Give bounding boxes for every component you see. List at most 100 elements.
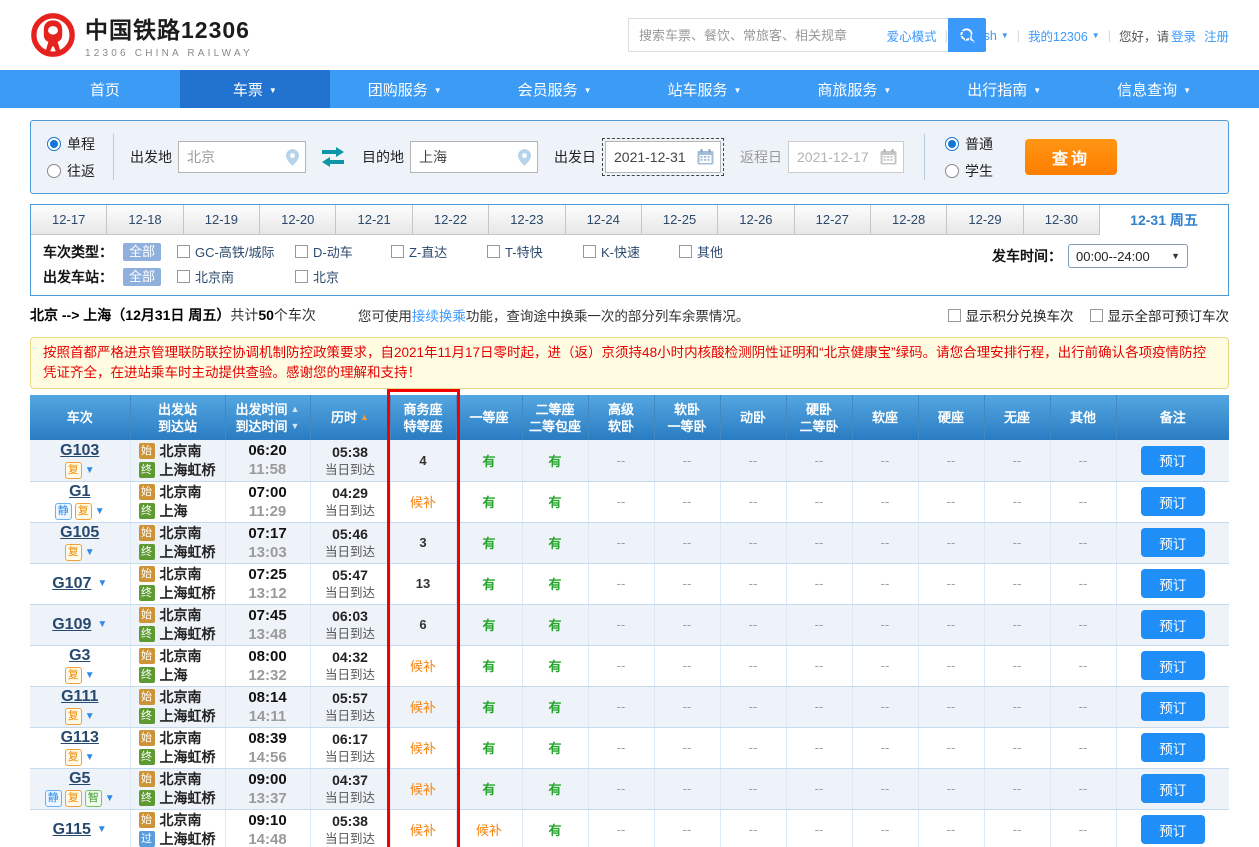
- date-tab[interactable]: 12-29: [947, 205, 1023, 235]
- filter-checkbox[interactable]: T-特快: [487, 242, 583, 261]
- swap-stations-button[interactable]: [320, 147, 346, 167]
- my-12306-link[interactable]: 我的12306▼: [1028, 26, 1100, 45]
- trip-type-radio[interactable]: 往返: [47, 161, 95, 181]
- train-code-link[interactable]: G3: [69, 647, 90, 665]
- filter-checkbox[interactable]: K-快速: [583, 242, 679, 261]
- expand-icon[interactable]: ▼: [85, 547, 95, 558]
- train-code-link[interactable]: G5: [69, 770, 90, 788]
- expand-icon[interactable]: ▼: [105, 793, 115, 804]
- column-header[interactable]: 出发时间▲到达时间▼: [225, 395, 310, 440]
- expand-icon[interactable]: ▼: [85, 711, 95, 722]
- depart-date-input[interactable]: 2021-12-31: [605, 141, 721, 173]
- register-link[interactable]: 注册: [1204, 26, 1229, 45]
- filter-checkbox[interactable]: GC-高铁/城际: [177, 242, 295, 261]
- query-button[interactable]: 查询: [1025, 139, 1117, 175]
- column-header[interactable]: 二等座二等包座: [522, 395, 588, 440]
- filter-checkbox[interactable]: 北京南: [177, 267, 295, 286]
- column-header[interactable]: 备注: [1116, 395, 1229, 440]
- book-button[interactable]: 预订: [1141, 815, 1205, 844]
- date-tab[interactable]: 12-17: [31, 205, 107, 235]
- column-header[interactable]: 商务座特等座: [390, 395, 456, 440]
- column-header[interactable]: 高级软卧: [588, 395, 654, 440]
- date-tab[interactable]: 12-22: [413, 205, 489, 235]
- nav-item[interactable]: 团购服务▼: [330, 70, 480, 108]
- care-mode-link[interactable]: 爱心模式: [887, 26, 937, 45]
- date-tab[interactable]: 12-26: [718, 205, 794, 235]
- filter-checkbox[interactable]: Z-直达: [391, 242, 487, 261]
- nav-item[interactable]: 车票▼: [180, 70, 330, 108]
- departure-time-select[interactable]: 00:00--24:00 ▼: [1068, 244, 1188, 268]
- passenger-type-radio[interactable]: 学生: [945, 161, 993, 181]
- column-header[interactable]: 硬卧二等卧: [786, 395, 852, 440]
- nav-item[interactable]: 会员服务▼: [480, 70, 630, 108]
- date-tab[interactable]: 12-27: [795, 205, 871, 235]
- train-code-link[interactable]: G103: [60, 442, 99, 460]
- column-header[interactable]: 软座: [852, 395, 918, 440]
- nav-item[interactable]: 信息查询▼: [1079, 70, 1229, 108]
- return-date-input[interactable]: 2021-12-17: [788, 141, 904, 173]
- nav-item[interactable]: 首页: [30, 70, 180, 108]
- trip-type-radio[interactable]: 单程: [47, 134, 95, 154]
- date-tab[interactable]: 12-25: [642, 205, 718, 235]
- expand-icon[interactable]: ▼: [95, 506, 105, 517]
- date-tab[interactable]: 12-23: [489, 205, 565, 235]
- train-code-link[interactable]: G1: [69, 483, 90, 501]
- expand-icon[interactable]: ▼: [97, 578, 107, 589]
- book-button[interactable]: 预订: [1141, 692, 1205, 721]
- train-type-all-badge[interactable]: 全部: [123, 243, 161, 261]
- column-header[interactable]: 软卧一等卧: [654, 395, 720, 440]
- sort-up-icon[interactable]: ▲: [360, 409, 369, 426]
- date-tab[interactable]: 12-18: [107, 205, 183, 235]
- nav-item[interactable]: 站车服务▼: [630, 70, 780, 108]
- transfer-link[interactable]: 接续换乘: [412, 309, 466, 324]
- expand-icon[interactable]: ▼: [97, 824, 107, 835]
- book-button[interactable]: 预订: [1141, 528, 1205, 557]
- nav-item[interactable]: 商旅服务▼: [779, 70, 929, 108]
- date-tab-active[interactable]: 12-31 周五: [1100, 205, 1228, 235]
- column-header[interactable]: 无座: [984, 395, 1050, 440]
- filter-checkbox[interactable]: D-动车: [295, 242, 391, 261]
- expand-icon[interactable]: ▼: [85, 465, 95, 476]
- train-code-link[interactable]: G115: [53, 821, 91, 839]
- logo[interactable]: 中国铁路12306 12306 CHINA RAILWAY: [30, 11, 253, 59]
- book-button[interactable]: 预订: [1141, 774, 1205, 803]
- to-station-input[interactable]: 上海: [410, 141, 538, 173]
- filter-checkbox[interactable]: 北京: [295, 267, 391, 286]
- column-header[interactable]: 出发站到达站: [130, 395, 225, 440]
- date-tab[interactable]: 12-19: [184, 205, 260, 235]
- filter-checkbox[interactable]: 其他: [679, 242, 749, 261]
- column-header[interactable]: 硬座: [918, 395, 984, 440]
- expand-icon[interactable]: ▼: [97, 619, 107, 630]
- from-station-input[interactable]: 北京: [178, 141, 306, 173]
- date-tab[interactable]: 12-24: [566, 205, 642, 235]
- expand-icon[interactable]: ▼: [85, 670, 95, 681]
- train-code-link[interactable]: G105: [60, 524, 99, 542]
- date-tab[interactable]: 12-30: [1024, 205, 1100, 235]
- show-all-bookable-checkbox[interactable]: 显示全部可预订车次: [1090, 305, 1230, 325]
- column-header[interactable]: 车次: [30, 395, 130, 440]
- column-header[interactable]: 动卧: [720, 395, 786, 440]
- book-button[interactable]: 预订: [1141, 446, 1205, 475]
- column-header[interactable]: 其他: [1050, 395, 1116, 440]
- book-button[interactable]: 预订: [1141, 733, 1205, 762]
- nav-item[interactable]: 出行指南▼: [929, 70, 1079, 108]
- date-tab[interactable]: 12-21: [336, 205, 412, 235]
- expand-icon[interactable]: ▼: [85, 752, 95, 763]
- depart-station-all-badge[interactable]: 全部: [123, 268, 161, 286]
- book-button[interactable]: 预订: [1141, 610, 1205, 639]
- login-link[interactable]: 登录: [1171, 26, 1196, 45]
- train-code-link[interactable]: G109: [52, 616, 91, 634]
- train-code-link[interactable]: G107: [52, 575, 91, 593]
- train-code-link[interactable]: G113: [61, 729, 99, 747]
- column-header[interactable]: 历时▲: [310, 395, 390, 440]
- train-code-link[interactable]: G111: [61, 688, 98, 706]
- sort-up-icon[interactable]: ▲: [291, 401, 300, 418]
- english-link[interactable]: English▼: [956, 29, 1009, 43]
- book-button[interactable]: 预订: [1141, 569, 1205, 598]
- book-button[interactable]: 预订: [1141, 487, 1205, 516]
- show-points-checkbox[interactable]: 显示积分兑换车次: [948, 305, 1074, 325]
- date-tab[interactable]: 12-20: [260, 205, 336, 235]
- date-tab[interactable]: 12-28: [871, 205, 947, 235]
- column-header[interactable]: 一等座: [456, 395, 522, 440]
- book-button[interactable]: 预订: [1141, 651, 1205, 680]
